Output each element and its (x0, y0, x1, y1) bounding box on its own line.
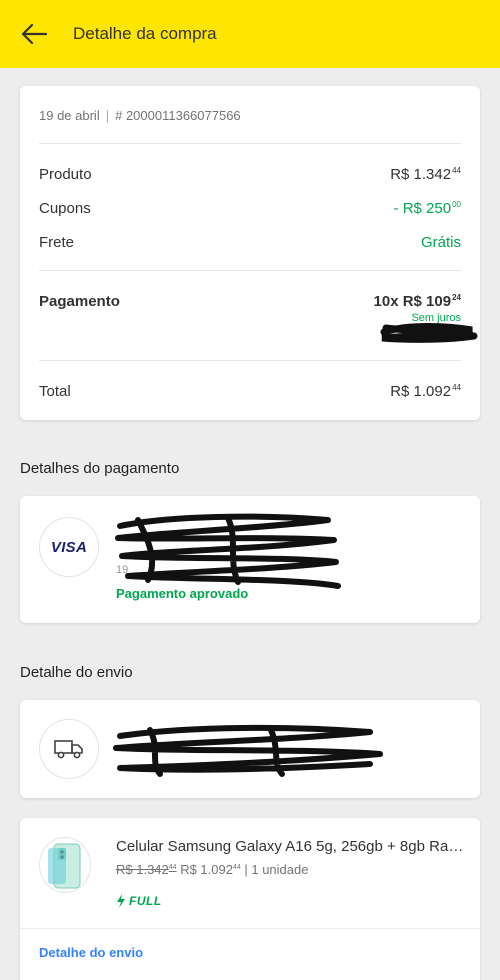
old-price: R$ 1.34244 (116, 862, 177, 877)
full-badge: FULL (116, 894, 162, 908)
redaction-scribble (380, 323, 478, 343)
arrow-left-icon (21, 23, 48, 45)
order-summary-card: 19 de abril | # 2000011366077566 Produto R… (20, 86, 480, 420)
total-cents: 44 (452, 383, 461, 392)
product-thumbnail (39, 837, 91, 893)
frete-value: Grátis (420, 234, 461, 251)
divider (20, 928, 480, 929)
product-price-line: R$ 1.34244 R$ 1.09244 | 1 unidade (116, 862, 308, 877)
frete-label: Frete (39, 234, 75, 251)
produto-value: R$ 1.34244 (390, 166, 461, 183)
cupons-label: Cupons (39, 200, 91, 217)
truck-icon (54, 740, 83, 759)
redaction-scribble (115, 513, 341, 589)
redaction-scribble (113, 724, 383, 777)
total-amount: R$ 1.092 (390, 383, 452, 400)
current-price: R$ 1.09244 (180, 862, 241, 877)
cupons-cents: 00 (452, 200, 461, 209)
meta-separator: | (105, 108, 110, 123)
current-price-cents: 44 (232, 864, 241, 871)
visa-logo: VISA (39, 517, 99, 577)
shipping-card[interactable] (20, 700, 480, 798)
pagamento-amount: 10x R$ 109 (373, 293, 452, 310)
produto-cents: 44 (452, 166, 461, 175)
shipping-detail-link[interactable]: Detalhe do envio (39, 945, 143, 960)
produto-amount: R$ 1.342 (390, 166, 452, 183)
cupons-amount: - R$ 250 (393, 200, 452, 217)
old-price-amount: R$ 1.342 (116, 862, 169, 877)
order-meta: 19 de abril | # 2000011366077566 (39, 108, 241, 123)
shipping-section-title: Detalhe do envio (20, 664, 133, 681)
quantity: | 1 unidade (244, 862, 309, 877)
top-bar: Detalhe da compra (0, 0, 500, 68)
product-title[interactable]: Celular Samsung Galaxy A16 5g, 256gb + 8… (116, 838, 466, 855)
cupons-value: - R$ 25000 (394, 200, 461, 217)
payment-card[interactable]: VISA 19 Pagamento aprovado (20, 496, 480, 623)
order-date: 19 de abril (39, 108, 100, 123)
produto-label: Produto (39, 166, 92, 183)
total-label: Total (39, 383, 71, 400)
order-number: # 2000011366077566 (115, 108, 241, 123)
page-title: Detalhe da compra (73, 24, 217, 43)
divider (39, 143, 461, 144)
current-price-amount: R$ 1.092 (180, 862, 233, 877)
lightning-icon (117, 894, 125, 908)
pagamento-label: Pagamento (39, 293, 120, 310)
full-text: FULL (129, 894, 162, 908)
product-card: Celular Samsung Galaxy A16 5g, 256gb + 8… (20, 818, 480, 980)
pagamento-cents: 24 (452, 293, 461, 302)
total-value: R$ 1.09244 (390, 383, 461, 400)
card-brand: VISA (50, 538, 88, 556)
back-button[interactable] (14, 17, 54, 51)
divider (39, 270, 461, 271)
payment-status: Pagamento aprovado (116, 586, 249, 601)
phone-image-icon (48, 843, 81, 889)
old-price-cents: 44 (168, 864, 177, 871)
payment-partial-text: 19 (116, 564, 129, 576)
divider (39, 360, 461, 361)
payment-section-title: Detalhes do pagamento (20, 460, 180, 477)
pagamento-value: 10x R$ 10924 (374, 293, 461, 310)
